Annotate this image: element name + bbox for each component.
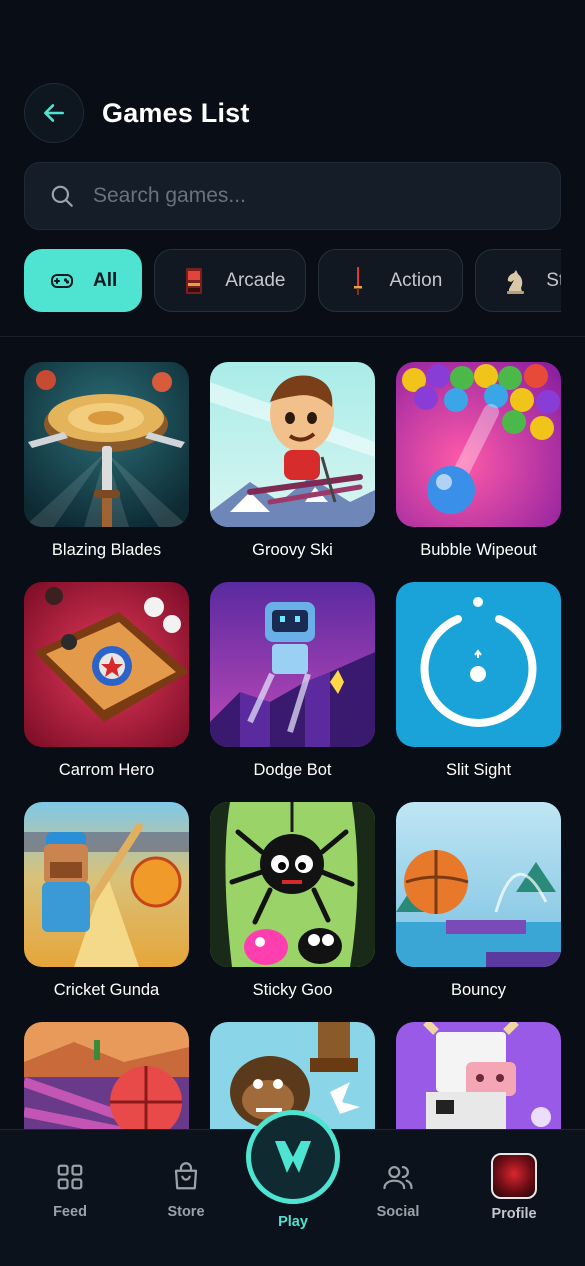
- game-title: Groovy Ski: [252, 541, 333, 559]
- gamepad-icon: [49, 266, 75, 296]
- w-logo-icon: [275, 1141, 311, 1173]
- game-card-ball-runner[interactable]: [24, 1022, 189, 1130]
- nav-label: Social: [376, 1204, 420, 1220]
- game-card-dodge-bot[interactable]: Dodge Bot: [210, 582, 375, 780]
- game-card-bubble-wipeout[interactable]: Bubble Wipeout: [396, 362, 561, 560]
- chip-action[interactable]: Action: [318, 249, 464, 312]
- chip-label: All: [93, 269, 118, 291]
- arcade-cabinet-icon: [181, 266, 207, 296]
- chip-label: Action: [389, 269, 443, 291]
- game-card-blazing-blades[interactable]: Blazing Blades: [24, 362, 189, 560]
- game-title: Carrom Hero: [58, 761, 155, 779]
- game-thumbnail: [210, 582, 375, 747]
- nav-store[interactable]: Store: [141, 1160, 231, 1220]
- back-button[interactable]: [24, 83, 84, 143]
- nav-feed[interactable]: Feed: [25, 1160, 115, 1220]
- search-input[interactable]: [93, 176, 560, 216]
- game-title: Bouncy: [450, 981, 507, 999]
- chip-strategy[interactable]: St: [475, 249, 561, 312]
- game-thumbnail: [396, 362, 561, 527]
- game-card-cow-crossing[interactable]: [396, 1022, 561, 1130]
- search-icon: [51, 185, 73, 207]
- shopping-bag-icon: [174, 1162, 198, 1190]
- arrow-left-icon: [44, 104, 64, 122]
- chess-knight-icon: [502, 266, 528, 296]
- nav-label: Profile: [491, 1206, 537, 1222]
- game-card-groovy-ski[interactable]: Groovy Ski: [210, 362, 375, 560]
- nav-label: Store: [167, 1204, 205, 1220]
- header: Games List: [24, 82, 561, 144]
- game-title: Dodge Bot: [253, 761, 332, 779]
- game-title: Bubble Wipeout: [420, 541, 537, 559]
- game-card-slit-sight[interactable]: Slit Sight: [396, 582, 561, 780]
- game-thumbnail: [210, 362, 375, 527]
- game-thumbnail: [24, 362, 189, 527]
- search-bar[interactable]: [24, 162, 561, 230]
- nav-play-label[interactable]: Play: [246, 1214, 340, 1230]
- games-grid: Blazing Blades Groovy Ski Bubble Wipeout…: [24, 362, 561, 1130]
- game-card-cricket-gunda[interactable]: Cricket Gunda: [24, 802, 189, 1000]
- avatar: [491, 1153, 537, 1199]
- play-button[interactable]: [246, 1110, 340, 1204]
- chip-arcade[interactable]: Arcade: [154, 249, 307, 312]
- category-filter: All Arcade Action St: [24, 249, 561, 313]
- game-thumbnail: [396, 582, 561, 747]
- chip-label: Arcade: [225, 269, 286, 291]
- game-title: Blazing Blades: [51, 541, 162, 559]
- game-title: Sticky Goo: [252, 981, 333, 999]
- nav-social[interactable]: Social: [353, 1160, 443, 1220]
- game-card-sticky-goo[interactable]: Sticky Goo: [210, 802, 375, 1000]
- action-icon: [345, 266, 371, 296]
- game-card-bouncy[interactable]: Bouncy: [396, 802, 561, 1000]
- grid-icon: [57, 1164, 83, 1190]
- game-title: Cricket Gunda: [53, 981, 160, 999]
- chip-all[interactable]: All: [24, 249, 143, 312]
- game-title: Slit Sight: [445, 761, 512, 779]
- game-thumbnail: [396, 802, 561, 967]
- chip-label: St: [546, 269, 561, 291]
- game-thumbnail: [24, 802, 189, 967]
- divider: [0, 336, 585, 337]
- game-thumbnail: [396, 1022, 561, 1130]
- game-thumbnail: [24, 1022, 189, 1130]
- game-thumbnail: [210, 802, 375, 967]
- nav-label: Feed: [53, 1204, 87, 1220]
- bottom-nav: Feed Store Play Social Profile: [0, 1110, 585, 1266]
- nav-profile[interactable]: Profile: [469, 1152, 559, 1222]
- users-icon: [383, 1166, 413, 1190]
- page-title: Games List: [102, 97, 250, 128]
- game-thumbnail: [24, 582, 189, 747]
- game-card-carrom-hero[interactable]: Carrom Hero: [24, 582, 189, 780]
